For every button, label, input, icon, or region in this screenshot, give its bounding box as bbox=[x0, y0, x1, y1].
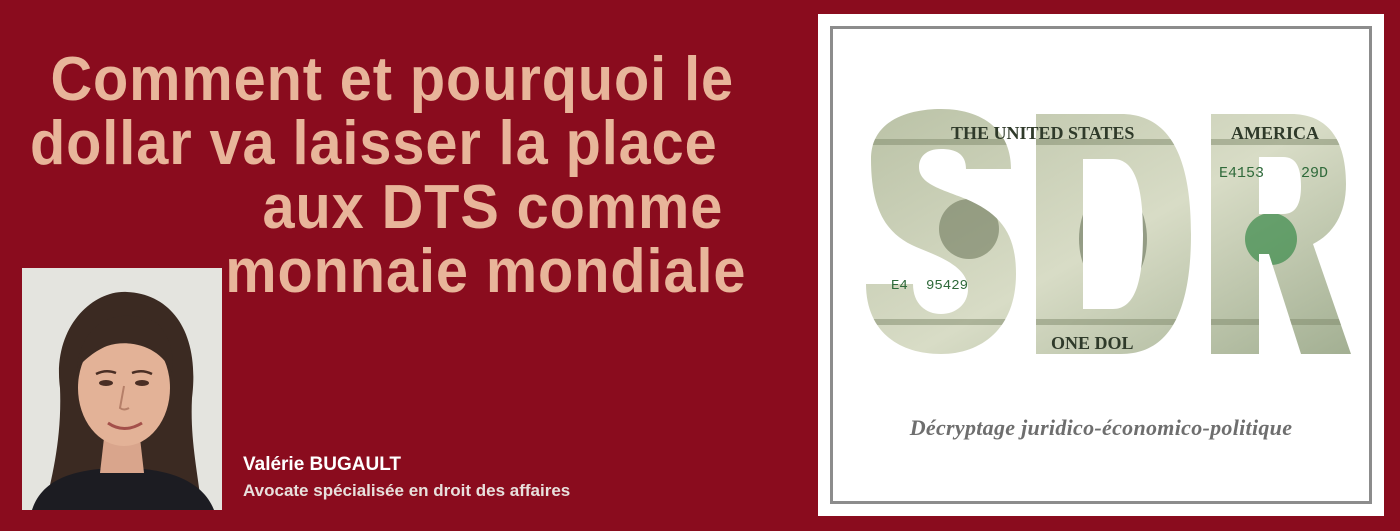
sdr-banknote-logo: THE UNITED STATES AMERICA E4153 29D E4 9… bbox=[866, 109, 1351, 354]
sdr-card: THE UNITED STATES AMERICA E4153 29D E4 9… bbox=[818, 14, 1384, 516]
card-subtitle: Décryptage juridico-économico-politique bbox=[909, 415, 1293, 440]
headline-line-2: dollar va laisser la place bbox=[30, 109, 718, 178]
note-text-7: ONE DOL bbox=[1051, 333, 1134, 353]
note-text-5: E4 bbox=[891, 278, 908, 294]
headline-line-1: Comment et pourquoi le bbox=[50, 45, 735, 114]
portrait-image bbox=[22, 268, 222, 510]
card-frame: THE UNITED STATES AMERICA E4153 29D E4 9… bbox=[830, 26, 1372, 504]
note-text-1: THE UNITED STATES bbox=[951, 123, 1134, 143]
note-text-6: 95429 bbox=[926, 278, 968, 294]
author-info: Valérie BUGAULT Avocate spécialisée en d… bbox=[243, 452, 570, 504]
author-photo bbox=[22, 268, 222, 510]
banner: Comment et pourquoi le dollar va laisser… bbox=[0, 0, 1400, 531]
note-text-4: 29D bbox=[1301, 165, 1328, 182]
note-text-3: E4153 bbox=[1219, 165, 1264, 182]
author-role: Avocate spécialisée en droit des affaire… bbox=[243, 481, 571, 500]
headline-line-3: aux DTS comme bbox=[262, 173, 724, 242]
author-name: Valérie BUGAULT bbox=[243, 454, 402, 475]
note-text-2: AMERICA bbox=[1231, 123, 1319, 143]
headline: Comment et pourquoi le dollar va laisser… bbox=[30, 48, 765, 304]
